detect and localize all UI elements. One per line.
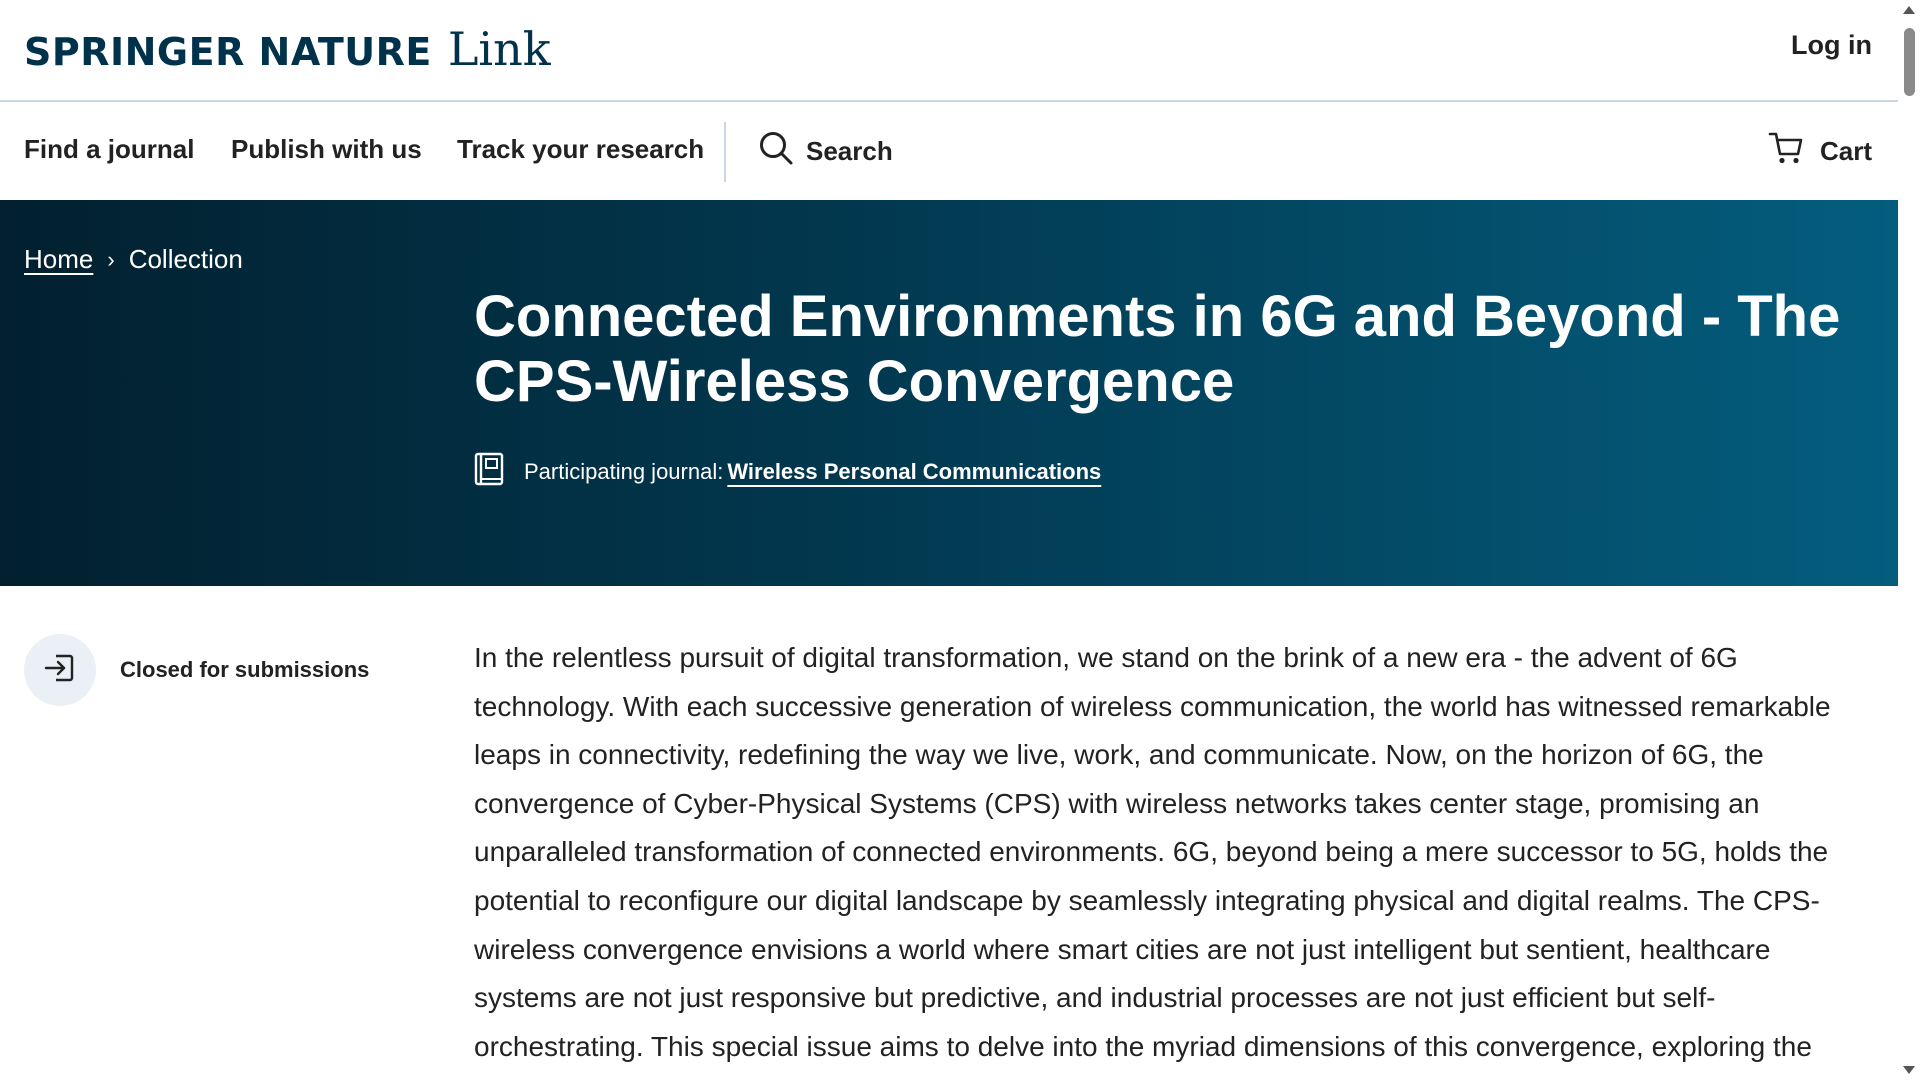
nav-divider [724,122,726,182]
participating-journal: Participating journal: Wireless Personal… [474,452,1101,492]
submission-status: Closed for submissions [24,634,369,706]
closed-submission-icon [43,651,77,690]
journal-link[interactable]: Wireless Personal Communications [727,459,1101,485]
search-icon [758,130,806,173]
logo-wordmark: SPRINGER NATURE [24,30,432,74]
top-bar: SPRINGER NATURE Link Log in [0,0,1898,102]
status-icon-circle [24,634,96,706]
cart-button[interactable]: Cart [1768,130,1872,173]
logo-link-text: Link [447,22,551,76]
cart-icon [1768,130,1820,173]
nav-find-a-journal[interactable]: Find a journal [24,134,194,165]
scroll-up-arrow-icon[interactable] [1903,6,1915,14]
collection-hero: Home › Collection Connected Environments… [0,200,1898,586]
collection-description: In the relentless pursuit of digital tra… [474,642,1831,1062]
chevron-right-icon: › [107,246,115,272]
search-label: Search [806,136,893,166]
springer-nature-link-logo[interactable]: SPRINGER NATURE Link [24,22,551,76]
scroll-down-arrow-icon[interactable] [1903,1066,1915,1074]
nav-publish-with-us[interactable]: Publish with us [231,134,422,165]
cart-label: Cart [1819,136,1872,166]
main-navigation: Find a journal Publish with us Track you… [0,102,1898,200]
scrollbar-thumb[interactable] [1904,28,1915,96]
status-label: Closed for submissions [120,657,370,682]
search-button[interactable]: Search [758,130,893,173]
breadcrumb: Home › Collection [24,244,243,275]
journal-book-icon [474,452,524,492]
nav-track-your-research[interactable]: Track your research [457,134,704,165]
journal-prefix: Participating journal: [524,459,724,484]
breadcrumb-home-link[interactable]: Home [24,244,93,275]
page-title: Connected Environments in 6G and Beyond … [474,284,1841,414]
page-scrollbar[interactable] [1898,0,1920,1080]
login-link[interactable]: Log in [1791,30,1872,61]
breadcrumb-current: Collection [128,244,243,274]
